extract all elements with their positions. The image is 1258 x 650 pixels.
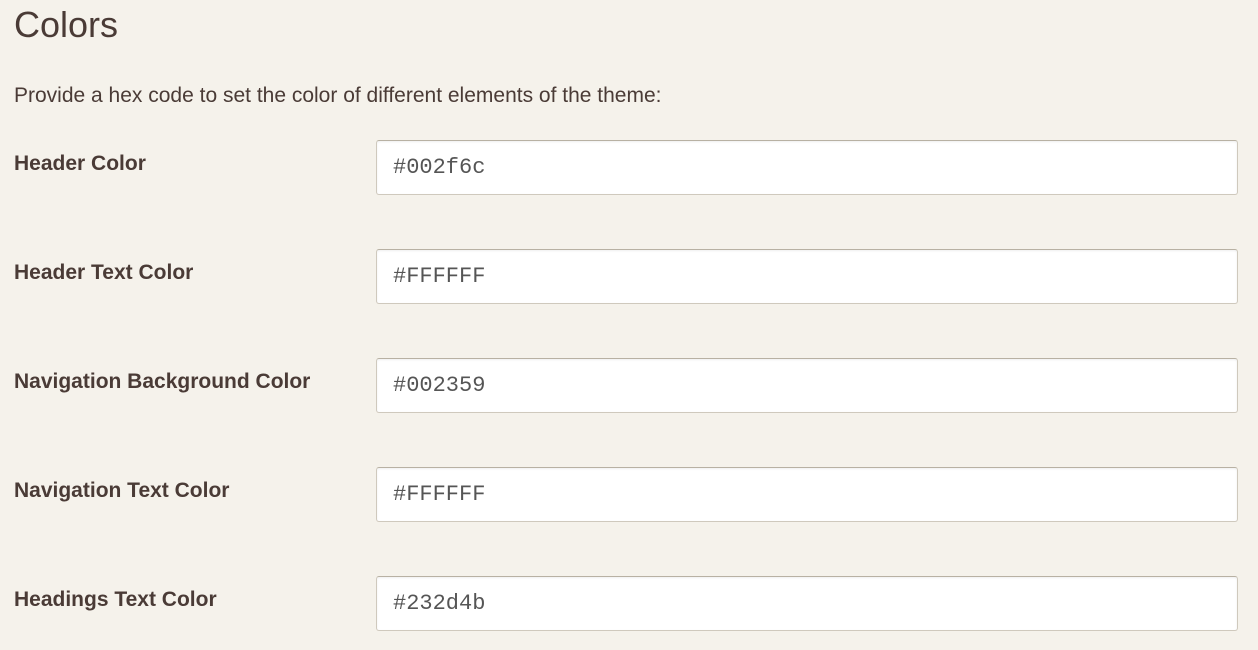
input-navigation-text-color[interactable] [376,467,1238,522]
input-header-color[interactable] [376,140,1238,195]
field-row-navigation-background-color: Navigation Background Color [14,358,1244,413]
field-row-headings-text-color: Headings Text Color [14,576,1244,631]
section-title: Colors [14,4,1244,46]
field-row-header-text-color: Header Text Color [14,249,1244,304]
input-headings-text-color[interactable] [376,576,1238,631]
label-headings-text-color: Headings Text Color [14,576,376,612]
input-header-text-color[interactable] [376,249,1238,304]
colors-settings-section: Colors Provide a hex code to set the col… [0,4,1258,631]
input-navigation-background-color[interactable] [376,358,1238,413]
label-header-text-color: Header Text Color [14,249,376,285]
label-navigation-text-color: Navigation Text Color [14,467,376,503]
label-header-color: Header Color [14,140,376,176]
field-row-navigation-text-color: Navigation Text Color [14,467,1244,522]
label-navigation-background-color: Navigation Background Color [14,358,376,394]
field-row-header-color: Header Color [14,140,1244,195]
section-description: Provide a hex code to set the color of d… [14,84,1244,108]
